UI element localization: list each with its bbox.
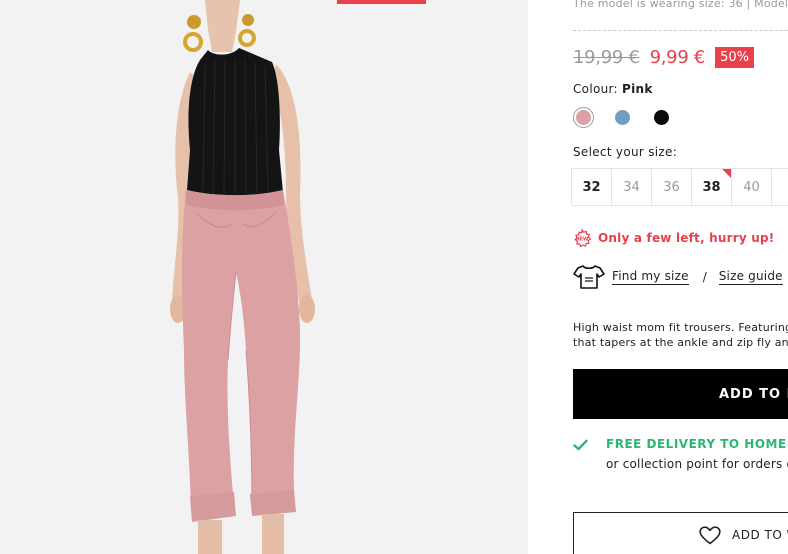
new-badge-icon: NEW (574, 229, 591, 247)
delivery-subtitle: or collection point for orders o (606, 457, 788, 471)
find-my-size-link[interactable]: Find my size (612, 269, 689, 285)
colour-swatch-pink[interactable] (573, 107, 594, 128)
colour-swatch-black[interactable] (651, 107, 672, 128)
size-option-36[interactable]: 36 (651, 168, 692, 206)
swatch-dot (615, 110, 630, 125)
fit-links: Find my size / Size guide (573, 264, 783, 290)
link-separator: / (702, 270, 707, 284)
wishlist-label: ADD TO W (732, 528, 788, 542)
divider (573, 30, 788, 31)
check-icon (573, 439, 588, 451)
add-to-wishlist-button[interactable]: ADD TO W (573, 512, 788, 554)
swatch-dot (654, 110, 669, 125)
size-option-more[interactable] (771, 168, 788, 206)
size-label: Select your size: (573, 145, 678, 159)
model-photo (170, 0, 315, 554)
discount-badge: 50% (715, 47, 754, 68)
colour-label-text: Colour: (573, 82, 622, 96)
product-details-panel: The model is wearing size: 36 | Model 19… (528, 0, 788, 554)
svg-text:NEW: NEW (576, 236, 589, 242)
size-option-32[interactable]: 32 (571, 168, 612, 206)
size-option-34[interactable]: 34 (611, 168, 652, 206)
model-size-info: The model is wearing size: 36 | Model (573, 0, 788, 10)
low-stock-text: Only a few left, hurry up! (598, 231, 775, 245)
size-guide-link[interactable]: Size guide (718, 269, 783, 285)
price-row: 19,99 € 9,99 € 50% (573, 47, 754, 68)
delivery-title: FREE DELIVERY TO HOME (606, 437, 787, 451)
add-to-bag-button[interactable]: ADD TO BA (573, 369, 788, 419)
colour-swatch-light-blue[interactable] (612, 107, 633, 128)
description-line: that tapers at the ankle and zip fly and (573, 336, 788, 349)
product-description: High waist mom fit trousers. Featuring t… (573, 320, 788, 350)
low-stock-message: NEW Only a few left, hurry up! (573, 229, 774, 247)
old-price: 19,99 € (573, 47, 640, 68)
colour-swatches (573, 107, 672, 128)
swatch-dot (576, 110, 591, 125)
size-option-40[interactable]: 40 (731, 168, 772, 206)
size-option-38[interactable]: 38 (691, 168, 732, 206)
colour-label: Colour: Pink (573, 82, 653, 96)
colour-value: Pink (621, 82, 653, 96)
description-line: High waist mom fit trousers. Featuring (573, 321, 788, 334)
tshirt-icon (573, 265, 605, 289)
product-image[interactable] (0, 0, 528, 554)
heart-icon (699, 525, 721, 544)
size-selector: 32 34 36 38 40 (571, 168, 788, 206)
sale-price: 9,99 € (649, 47, 706, 68)
